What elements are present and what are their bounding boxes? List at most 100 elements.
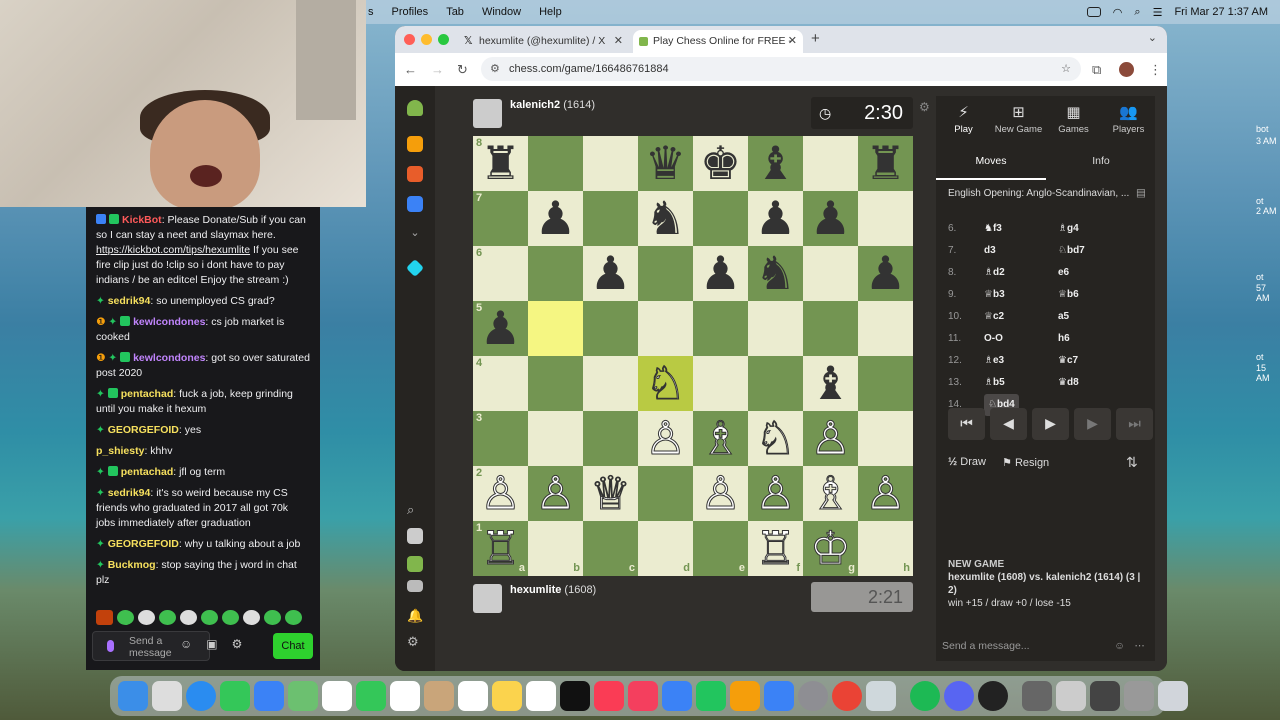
emote-icon[interactable] [96,610,113,625]
launchpad-icon[interactable] [152,681,182,711]
music-icon[interactable] [594,681,624,711]
puzzle-icon[interactable] [407,136,423,152]
notifications-icon[interactable]: 🔔 [407,608,423,624]
chess-piece[interactable]: ♚ [700,137,741,189]
window-thumbnail[interactable] [1056,681,1086,711]
board-square[interactable]: ♚ [693,136,748,191]
chat-username[interactable]: GEORGEFOID [108,538,179,550]
trash-icon[interactable] [1158,681,1188,711]
close-window-button[interactable] [404,34,415,45]
new-tab-button[interactable]: + [811,30,820,47]
search-icon[interactable]: ⌕ [1134,6,1140,19]
black-move[interactable]: ♘bd7 [1058,245,1085,256]
game-chat-input[interactable]: Send a message... ☺ ⋯ [936,631,1155,661]
board-square[interactable]: ♟ [748,191,803,246]
chess-piece[interactable]: ♟ [480,302,521,354]
search-icon[interactable]: ⌕ [407,502,423,518]
chess-piece[interactable]: ♞ [645,192,686,244]
white-move[interactable]: ♗e3 [984,350,1058,372]
board-square[interactable]: e [693,521,748,576]
board-square[interactable] [638,466,693,521]
board-square[interactable] [748,356,803,411]
emote-icon[interactable] [159,610,176,625]
minimize-window-button[interactable] [421,34,432,45]
profile-avatar[interactable] [407,528,423,544]
tab-players[interactable]: 👥 Players [1101,104,1156,135]
facetime-icon[interactable] [356,681,386,711]
book-icon[interactable]: ▤ [1136,187,1146,199]
board-square[interactable] [583,191,638,246]
board-square[interactable]: ♗ [693,411,748,466]
tab-games[interactable]: ▦ Games [1046,104,1101,135]
chess-piece[interactable]: ♙ [754,467,796,520]
white-move[interactable]: d3 [984,240,1058,262]
board-square[interactable]: ♟ [693,246,748,301]
tab-new-game[interactable]: ⊞ New Game [991,104,1046,135]
menu-window[interactable]: Window [482,6,521,18]
board-square[interactable]: ♝ [748,136,803,191]
board-square[interactable] [528,246,583,301]
previous-move-button[interactable]: ◀ [990,408,1027,440]
site-info-icon[interactable]: ⚙ [490,57,500,81]
menu-help[interactable]: Help [539,6,562,18]
wifi-icon[interactable]: ◠ [1113,6,1123,19]
board-square[interactable] [638,246,693,301]
tab-search-icon[interactable]: ⌄ [1148,31,1157,44]
learn-icon[interactable] [407,166,423,182]
freeform-icon[interactable] [526,681,556,711]
contacts-icon[interactable] [424,681,454,711]
menu-tab[interactable]: Tab [446,6,464,18]
chat-username[interactable]: GEORGEFOID [108,424,179,436]
chat-username[interactable]: KickBot [122,214,162,226]
black-move[interactable]: ♗g4 [1058,223,1079,234]
board-square[interactable] [583,411,638,466]
board-square[interactable] [803,301,858,356]
menu-icon[interactable]: ⋮ [1149,62,1162,78]
bookmark-icon[interactable]: ☆ [1061,57,1071,81]
spotify-icon[interactable] [910,681,940,711]
forward-icon[interactable]: → [431,62,444,77]
chess-piece[interactable]: ♕ [589,467,631,520]
safari-icon[interactable] [186,681,216,711]
next-move-button[interactable]: ▶ [1074,408,1111,440]
board-square[interactable]: ♜ [858,136,913,191]
window-thumbnail[interactable] [1124,681,1154,711]
chess-board[interactable]: 8 ♜ ♛ ♚ ♝ ♜ 7 ♟ ♞ ♟ ♟ 6 ♟ ♟ ♞ ♟ 5 ♟ 4 ♘ ♝ 3 ♙ ♗ ♘ ♙ 2 ♙ ♙ ♕ ♙ ♙ ♗ ♙ 1 a ♖ b c d… [473,136,913,576]
board-square[interactable]: ♘ [638,356,693,411]
opponent-name[interactable]: kalenich2 [510,99,560,111]
lessons-icon[interactable] [407,196,423,212]
board-square[interactable]: b [528,521,583,576]
zoom-window-button[interactable] [438,34,449,45]
board-square[interactable] [583,301,638,356]
last-move-button[interactable]: ⏭ [1116,408,1153,440]
board-square[interactable] [748,301,803,356]
black-move[interactable]: ♛c7 [1058,355,1078,366]
board-square[interactable] [803,136,858,191]
board-square[interactable]: ♞ [748,246,803,301]
board-square[interactable]: ♟ [583,246,638,301]
microphone-icon[interactable] [107,640,114,652]
chess-piece[interactable]: ♗ [809,467,851,520]
chess-piece[interactable]: ♙ [864,467,906,520]
board-square[interactable] [858,301,913,356]
white-move[interactable]: ♕b3 [984,284,1058,306]
tv-icon[interactable] [560,681,590,711]
board-square[interactable]: 4 [473,356,528,411]
chat-username[interactable]: pentachad [121,388,174,400]
tab-x[interactable]: 𝕏 hexumlite (@hexumlite) / X ✕ [459,30,629,53]
chess-piece[interactable]: ♖ [479,522,521,575]
chess-piece[interactable]: ♙ [699,467,741,520]
first-move-button[interactable]: ⏮ [948,408,985,440]
chess-piece[interactable]: ♞ [755,247,796,299]
chat-username[interactable]: pentachad [121,466,174,478]
white-move[interactable]: ♕c2 [984,306,1058,328]
menu-item[interactable]: s [368,6,374,18]
board-square[interactable] [803,246,858,301]
more-chevron-icon[interactable]: ⌄ [407,226,423,242]
board-square[interactable]: f ♖ [748,521,803,576]
calendar-icon[interactable] [390,681,420,711]
photos-icon[interactable] [322,681,352,711]
board-square[interactable]: c [583,521,638,576]
board-square[interactable] [858,411,913,466]
black-move[interactable]: ♛d8 [1058,377,1079,388]
